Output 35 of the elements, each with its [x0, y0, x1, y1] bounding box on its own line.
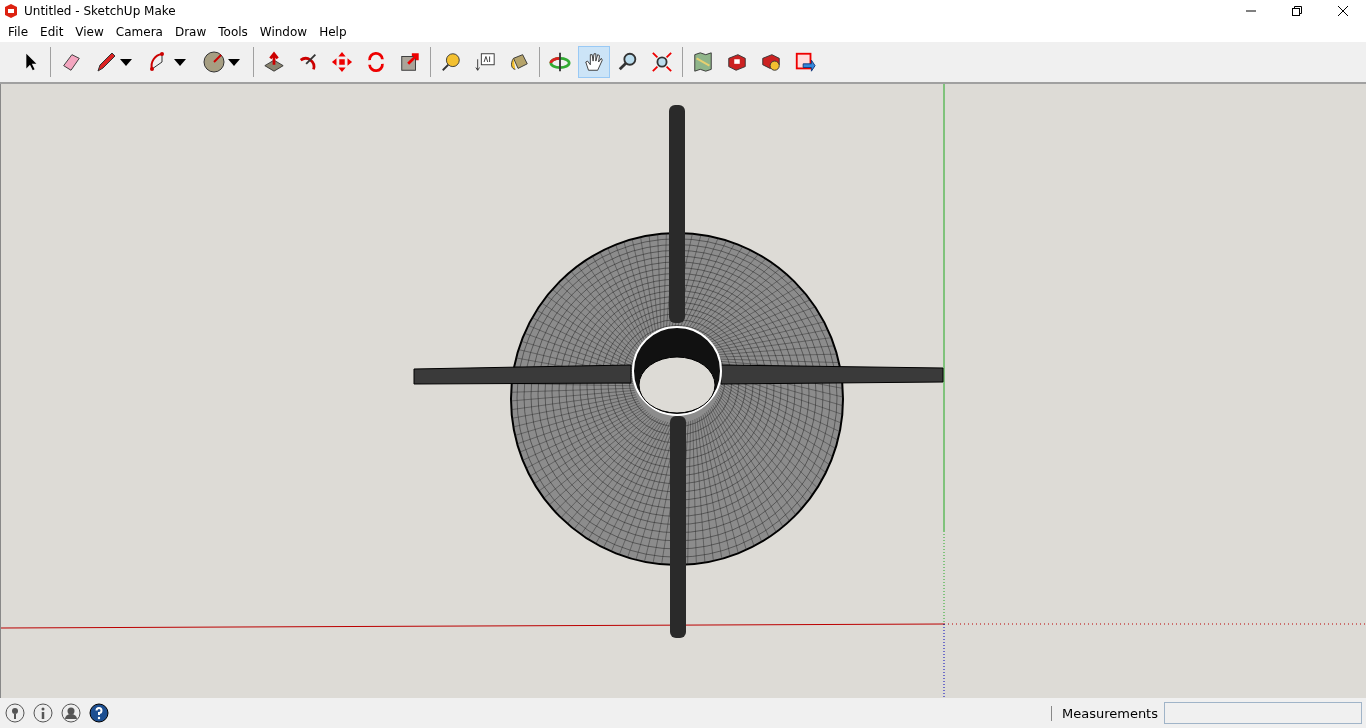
geolocation-icon[interactable]	[4, 702, 26, 724]
restore-icon	[1292, 6, 1302, 16]
menu-item[interactable]: Draw	[168, 22, 213, 42]
push-pull-icon	[263, 50, 285, 74]
measurements-label: Measurements	[1050, 705, 1158, 721]
menu-item[interactable]: Camera	[109, 22, 169, 42]
menu-item[interactable]: View	[69, 22, 110, 42]
caret-icon	[174, 58, 186, 66]
app-logo-icon	[4, 4, 18, 18]
menu-item[interactable]: Edit	[34, 22, 70, 42]
rotate-arrows-icon	[365, 50, 387, 74]
menu-item[interactable]: Tools	[212, 22, 254, 42]
zoom-extents-icon	[651, 50, 673, 74]
info-icon[interactable]	[32, 702, 54, 724]
menu-item[interactable]: File	[2, 22, 35, 42]
tool-button[interactable]	[578, 46, 610, 78]
scale-icon	[399, 50, 421, 74]
circle-icon	[202, 50, 226, 74]
close-icon	[1338, 6, 1348, 16]
hand-icon	[583, 50, 605, 74]
caret-icon	[228, 58, 240, 66]
text-label-icon	[474, 50, 496, 74]
tape-measure-icon	[440, 50, 462, 74]
menu-item[interactable]: Help	[313, 22, 353, 42]
window-title: Untitled - SketchUp Make	[24, 4, 176, 18]
measurements-field[interactable]	[1164, 702, 1362, 724]
menu-item[interactable]: Window	[253, 22, 314, 42]
orbit-icon	[549, 50, 571, 74]
move-arrows-icon	[331, 50, 353, 74]
export-arrow-icon	[794, 50, 816, 74]
user-icon[interactable]	[60, 702, 82, 724]
help-icon[interactable]	[88, 702, 110, 724]
caret-icon	[120, 58, 132, 66]
pencil-icon	[94, 50, 118, 74]
map-icon	[692, 50, 714, 74]
